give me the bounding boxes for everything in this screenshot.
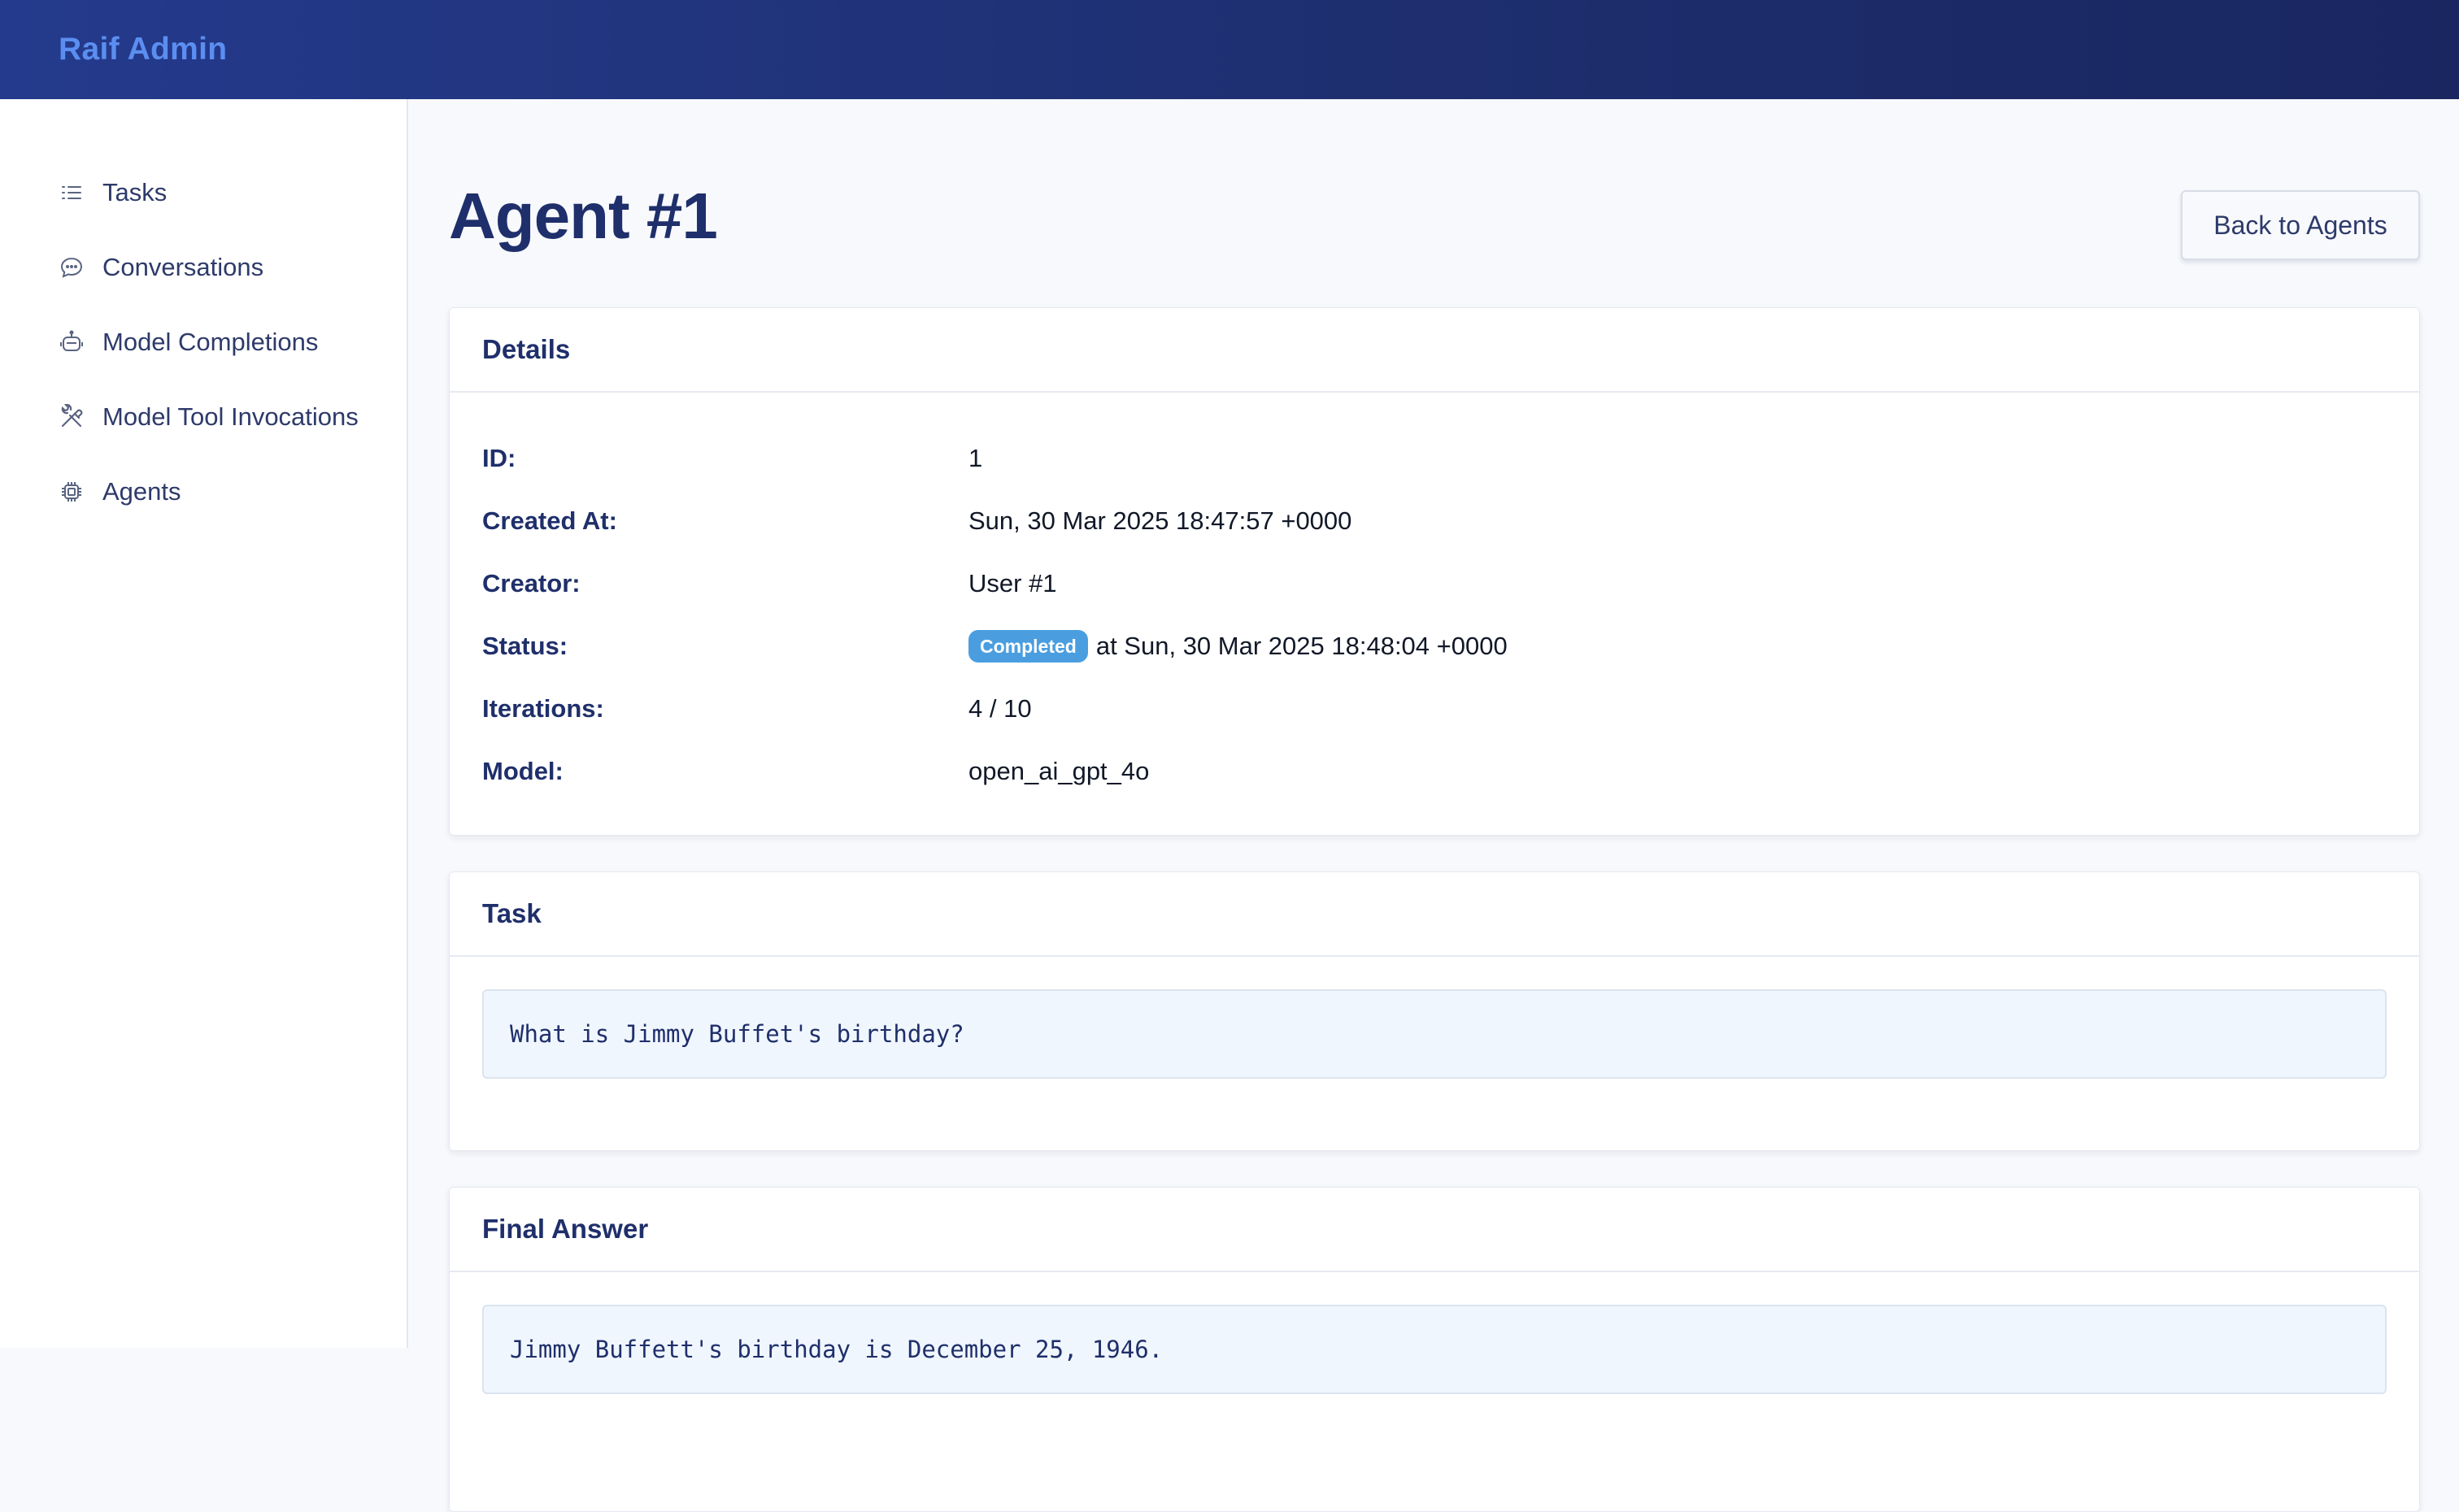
details-card: Details ID: 1 Created At: Sun, 30 Mar 20… (449, 307, 2420, 836)
final-answer-text-box: Jimmy Buffett's birthday is December 25,… (482, 1305, 2387, 1394)
sidebar-item-label: Tasks (102, 178, 168, 206)
detail-value: Sun, 30 Mar 2025 18:47:57 +0000 (968, 506, 1352, 535)
detail-label: Creator: (482, 568, 581, 597)
sidebar-item-tasks[interactable]: Tasks (0, 174, 407, 211)
top-navbar: Raif Admin (0, 0, 2459, 99)
detail-row-status: Status: Completed at Sun, 30 Mar 2025 18… (450, 615, 2419, 677)
tools-icon (59, 404, 85, 430)
detail-row-model: Model: open_ai_gpt_4o (450, 740, 2419, 802)
sidebar-item-model-tool-invocations[interactable]: Model Tool Invocations (0, 398, 407, 436)
detail-row-iterations: Iterations: 4 / 10 (450, 677, 2419, 740)
final-answer-card: Final Answer Jimmy Buffett's birthday is… (449, 1187, 2420, 1512)
detail-label: Created At: (482, 506, 617, 535)
sidebar: Tasks Conversations Model Completions Mo… (0, 99, 408, 1348)
status-timestamp: at Sun, 30 Mar 2025 18:48:04 +0000 (1095, 631, 1508, 660)
sidebar-item-model-completions[interactable]: Model Completions (0, 324, 407, 361)
detail-value: 4 / 10 (968, 693, 1032, 723)
robot-icon (59, 329, 85, 355)
page-title: Agent #1 (449, 180, 718, 252)
sidebar-item-label: Model Completions (102, 328, 319, 356)
detail-label: ID: (482, 443, 516, 472)
chat-bubble-icon (59, 254, 85, 280)
back-to-agents-button[interactable]: Back to Agents (2181, 190, 2420, 260)
sidebar-item-label: Conversations (102, 253, 264, 281)
details-card-header: Details (450, 308, 2419, 393)
final-answer-card-header: Final Answer (450, 1188, 2419, 1272)
detail-row-id: ID: 1 (450, 427, 2419, 489)
detail-value: open_ai_gpt_4o (968, 756, 1150, 785)
status-badge: Completed (968, 629, 1088, 663)
sidebar-item-label: Model Tool Invocations (102, 402, 359, 431)
task-text-box: What is Jimmy Buffet's birthday? (482, 989, 2387, 1079)
sidebar-item-agents[interactable]: Agents (0, 473, 407, 511)
sidebar-item-conversations[interactable]: Conversations (0, 249, 407, 286)
main-content: Agent #1 Back to Agents Details ID: 1 Cr… (449, 99, 2420, 1512)
detail-row-creator: Creator: User #1 (450, 552, 2419, 615)
details-list: ID: 1 Created At: Sun, 30 Mar 2025 18:47… (450, 393, 2419, 802)
detail-label: Iterations: (482, 693, 604, 723)
detail-label: Status: (482, 631, 568, 660)
detail-value: Completed at Sun, 30 Mar 2025 18:48:04 +… (968, 629, 1508, 663)
sidebar-item-label: Agents (102, 477, 181, 506)
brand-logo-link[interactable]: Raif Admin (59, 32, 227, 67)
list-icon (59, 180, 85, 206)
creator-link[interactable]: User #1 (968, 569, 1057, 598)
detail-row-created-at: Created At: Sun, 30 Mar 2025 18:47:57 +0… (450, 489, 2419, 552)
detail-label: Model: (482, 756, 564, 785)
detail-value: 1 (968, 443, 983, 472)
task-card-header: Task (450, 872, 2419, 957)
task-card: Task What is Jimmy Buffet's birthday? (449, 871, 2420, 1151)
chip-icon (59, 479, 85, 505)
